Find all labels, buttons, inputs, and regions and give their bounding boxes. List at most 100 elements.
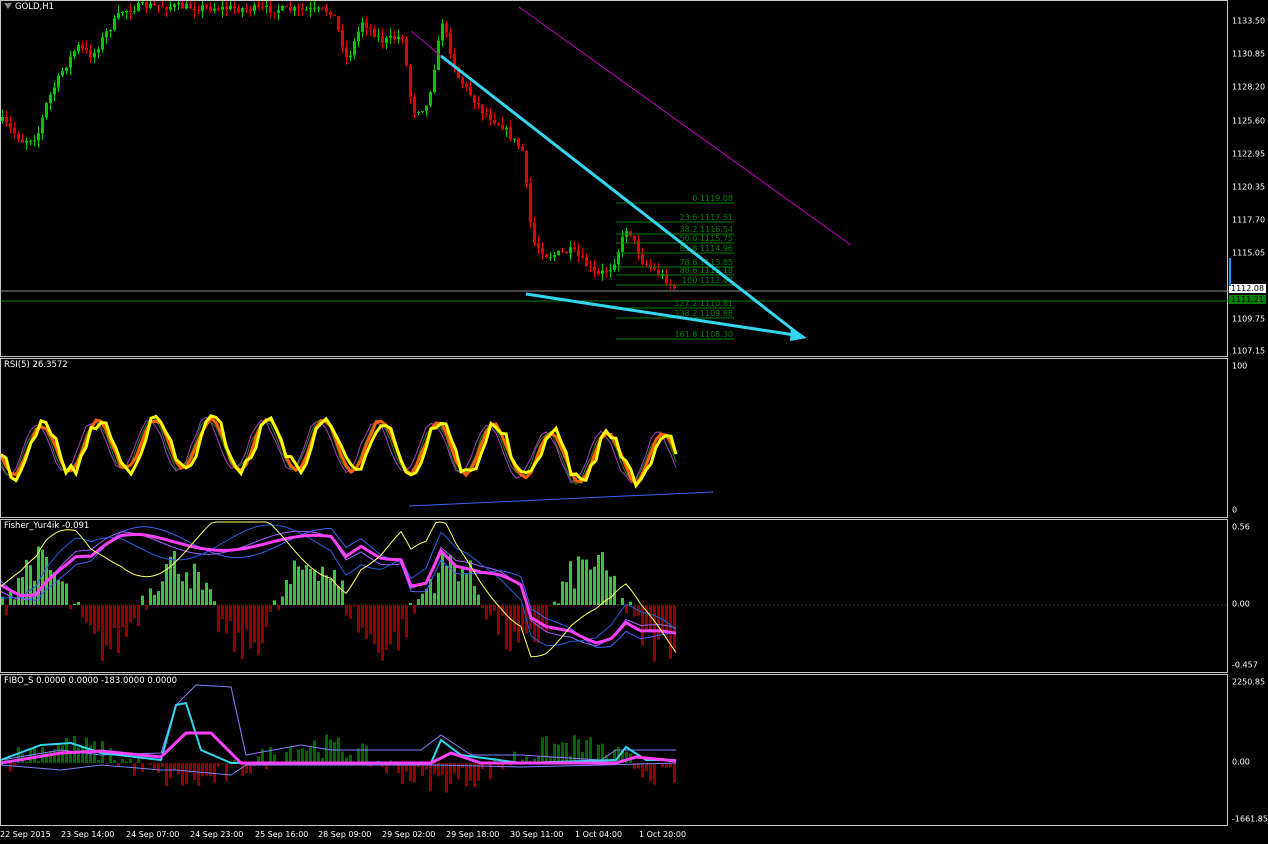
fisher-bar: [145, 605, 148, 610]
price-chart-svg: 0 1119.08 23.6 1117.51 38.2 1116.5450.0 11…: [1, 1, 1229, 341]
fisher-bar: [309, 568, 312, 605]
time-tick: 24 Sep 07:00: [126, 830, 180, 839]
fisher-bar: [477, 594, 480, 605]
upper-trendline: [440, 54, 802, 338]
fibo-bar: [217, 763, 220, 767]
candle-body: [177, 3, 180, 5]
candle-body: [489, 114, 492, 120]
fisher-bar: [513, 605, 516, 632]
candle-body: [13, 127, 16, 134]
candle-body: [561, 250, 564, 252]
candle-body: [281, 5, 284, 11]
candle-body: [617, 251, 620, 265]
price-tick: 1125.60: [1232, 116, 1266, 126]
fisher-bar: [625, 605, 628, 614]
time-tick: 23 Sep 14:00: [61, 830, 115, 839]
candle-body: [557, 250, 560, 255]
candle-body: [517, 138, 520, 147]
fibo-axis: 2250.85 0.00 -1661.85: [1229, 674, 1268, 826]
candle-body: [189, 3, 192, 9]
candle-body: [277, 10, 280, 14]
fisher-bar: [633, 605, 636, 617]
fisher-bar: [65, 583, 68, 605]
fibo-bar: [213, 763, 216, 783]
candle-body: [305, 9, 308, 11]
fibo-pane[interactable]: FIBO_S 0.0000 0.0000 -183.0000 0.0000: [0, 674, 1228, 826]
candle-body: [233, 5, 236, 9]
fisher-bar: [101, 605, 104, 661]
fibo-bar: [113, 759, 116, 763]
candle-body: [73, 51, 76, 57]
candle-body: [317, 7, 320, 9]
fibo-bar: [429, 763, 432, 792]
fisher-bar: [561, 581, 564, 605]
line-price-box: 1111.21: [1229, 295, 1267, 304]
fibo-bar: [341, 751, 344, 763]
fibo-bar: [209, 763, 212, 777]
fibo-tick: 0.00: [1232, 757, 1250, 767]
fib-level-label: 50.0 1115.75: [680, 234, 733, 243]
fib-level-label: 161.8 1108.30: [674, 330, 733, 339]
fisher-bar: [241, 605, 244, 660]
fisher-bar: [321, 566, 324, 605]
candle-body: [641, 254, 644, 264]
candle-body: [341, 30, 344, 48]
fisher-pane[interactable]: Fisher_Yur4ik -0.091: [0, 519, 1229, 673]
fisher-bar: [189, 588, 192, 605]
candle-body: [193, 8, 196, 11]
price-chart-pane[interactable]: GOLD,H1 0 1119.08 23.6 1117.51 38.2 1116.5…: [0, 0, 1229, 357]
candle-body: [445, 23, 448, 33]
fisher-bar: [629, 601, 632, 605]
fisher-bar: [433, 593, 436, 605]
candle-body: [465, 83, 468, 87]
fisher-bar: [181, 581, 184, 605]
fisher-bar: [349, 605, 352, 620]
channel-trendline-start: [410, 30, 442, 57]
candle-body: [573, 247, 576, 250]
price-tick: 1133.50: [1232, 16, 1266, 26]
candle-body: [585, 257, 588, 267]
candle-body: [369, 28, 372, 30]
fisher-bar: [585, 559, 588, 605]
fisher-bar: [577, 556, 580, 605]
candle-body: [97, 49, 100, 53]
fisher-bar: [281, 596, 284, 605]
rsi-pane[interactable]: RSI(5) 26.3572: [0, 358, 1228, 518]
fisher-bar: [313, 569, 316, 605]
fibo-bar: [141, 763, 144, 772]
fibo-bar: [305, 750, 308, 763]
fisher-bar: [417, 599, 420, 605]
fisher-bar: [5, 605, 8, 616]
fibo-bar: [449, 763, 452, 785]
candle-body: [113, 18, 116, 31]
fisher-bar: [265, 605, 268, 628]
fisher-bar: [453, 563, 456, 605]
fisher-bar: [301, 569, 304, 605]
fisher-bar: [97, 605, 100, 632]
candle-body: [337, 16, 340, 31]
time-tick: 24 Sep 23:00: [190, 830, 244, 839]
fisher-bar: [409, 602, 412, 605]
fibo-bar: [129, 758, 132, 763]
fisher-bar: [565, 582, 568, 605]
candle-body: [645, 263, 648, 265]
candle-body: [401, 36, 404, 39]
fisher-bar: [505, 605, 508, 650]
candle-body: [653, 267, 656, 270]
fibo-bar: [297, 749, 300, 763]
candle-body: [293, 7, 296, 11]
fisher-axis: 0.56 0.00 -0.457: [1229, 519, 1268, 673]
fibo-bar: [329, 739, 332, 763]
candle-body: [61, 71, 64, 76]
fibo-bar: [197, 763, 200, 786]
fisher-bar: [389, 605, 392, 645]
fisher-bar: [397, 605, 400, 651]
fibo-bar: [133, 763, 136, 776]
candle-body: [441, 23, 444, 41]
scroll-handle[interactable]: [1229, 258, 1231, 286]
candle-body: [169, 7, 172, 10]
fisher-bar: [621, 598, 624, 605]
fisher-bar: [273, 600, 276, 605]
fisher-bar: [133, 605, 136, 619]
fisher-bar: [345, 605, 348, 616]
